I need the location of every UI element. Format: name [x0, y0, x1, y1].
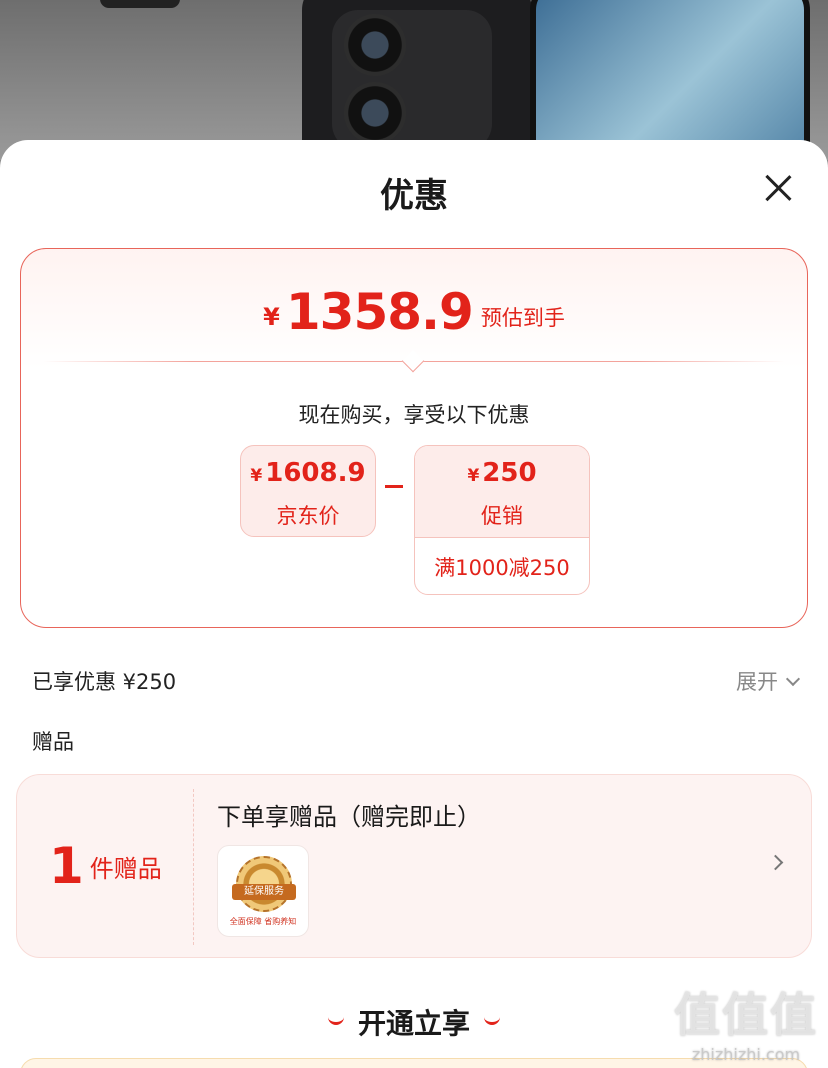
- seal-caption: 全面保障 省购养知: [229, 917, 297, 926]
- watermark-logo: 值值值: [674, 988, 818, 1042]
- watermark: 值值值 zhizhizhi.com: [674, 979, 818, 1064]
- jd-price-value: 1608.9: [265, 458, 366, 488]
- promo-amount: ¥250: [415, 458, 589, 488]
- sheet-title: 优惠: [380, 176, 448, 216]
- gift-count-number: 1: [49, 837, 84, 895]
- promo-label: 促销: [481, 504, 523, 528]
- jd-price-label: 京东价: [276, 504, 340, 528]
- gift-title: 下单享赠品（赠完即止）: [217, 803, 481, 831]
- gift-count-unit: 件赠品: [89, 855, 162, 883]
- close-icon[interactable]: [764, 174, 792, 202]
- discount-sheet: 优惠 ¥1358.9 预估到手 现在购买，享受以下优惠 ¥1608.9 京东价 ¥…: [0, 140, 828, 1068]
- promo-value: 250: [482, 458, 537, 488]
- discount-subtitle: 现在购买，享受以下优惠: [298, 403, 530, 427]
- promo-box: ¥250 促销 满1000减250: [414, 445, 590, 595]
- expand-button[interactable]: 展开: [736, 666, 801, 696]
- divider-notch: [401, 349, 425, 373]
- dashed-divider: [193, 789, 194, 945]
- currency-symbol: ¥: [263, 303, 280, 331]
- camera-lens-icon: [344, 14, 406, 76]
- chevron-right-icon: [767, 854, 784, 871]
- price-summary-card: ¥1358.9 预估到手 现在购买，享受以下优惠 ¥1608.9 京东价 ¥250…: [20, 248, 808, 628]
- member-title-text: 开通立享: [357, 1007, 470, 1040]
- watermark-site: zhizhizhi.com: [691, 1045, 801, 1064]
- minus-icon: [385, 485, 403, 488]
- expand-label: 展开: [736, 670, 778, 694]
- device-pill-image: [100, 0, 180, 8]
- jd-price-box: ¥1608.9 京东价: [240, 445, 376, 537]
- gift-card[interactable]: 1 件赠品 下单享赠品（赠完即止） 延保服务 全面保障 省购养知: [16, 774, 812, 958]
- gift-heading: 赠品: [32, 730, 74, 754]
- gift-thumbnail[interactable]: 延保服务 全面保障 省购养知: [217, 845, 309, 937]
- jd-price: ¥1608.9: [241, 458, 375, 488]
- product-photo-backdrop: [0, 0, 828, 160]
- currency-symbol: ¥: [467, 466, 480, 486]
- camera-module-image: [332, 10, 492, 150]
- gift-count: 1 件赠品: [49, 837, 162, 895]
- camera-lens-icon: [344, 82, 406, 144]
- swoosh-right-icon: [484, 1017, 500, 1025]
- seal-band-text: 延保服务: [232, 884, 296, 900]
- promo-rule: 满1000减250: [434, 556, 570, 580]
- final-price-label: 预估到手: [480, 306, 565, 330]
- phone-front-image: [530, 0, 810, 160]
- estimated-price: ¥1358.9 预估到手: [21, 283, 807, 341]
- final-price-value: 1358.9: [285, 283, 474, 341]
- chevron-down-icon: [785, 671, 801, 687]
- currency-symbol: ¥: [250, 466, 263, 486]
- savings-summary: 已享优惠 ¥250: [32, 670, 177, 694]
- swoosh-left-icon: [327, 1017, 344, 1025]
- promo-box-header: ¥250 促销: [415, 446, 589, 538]
